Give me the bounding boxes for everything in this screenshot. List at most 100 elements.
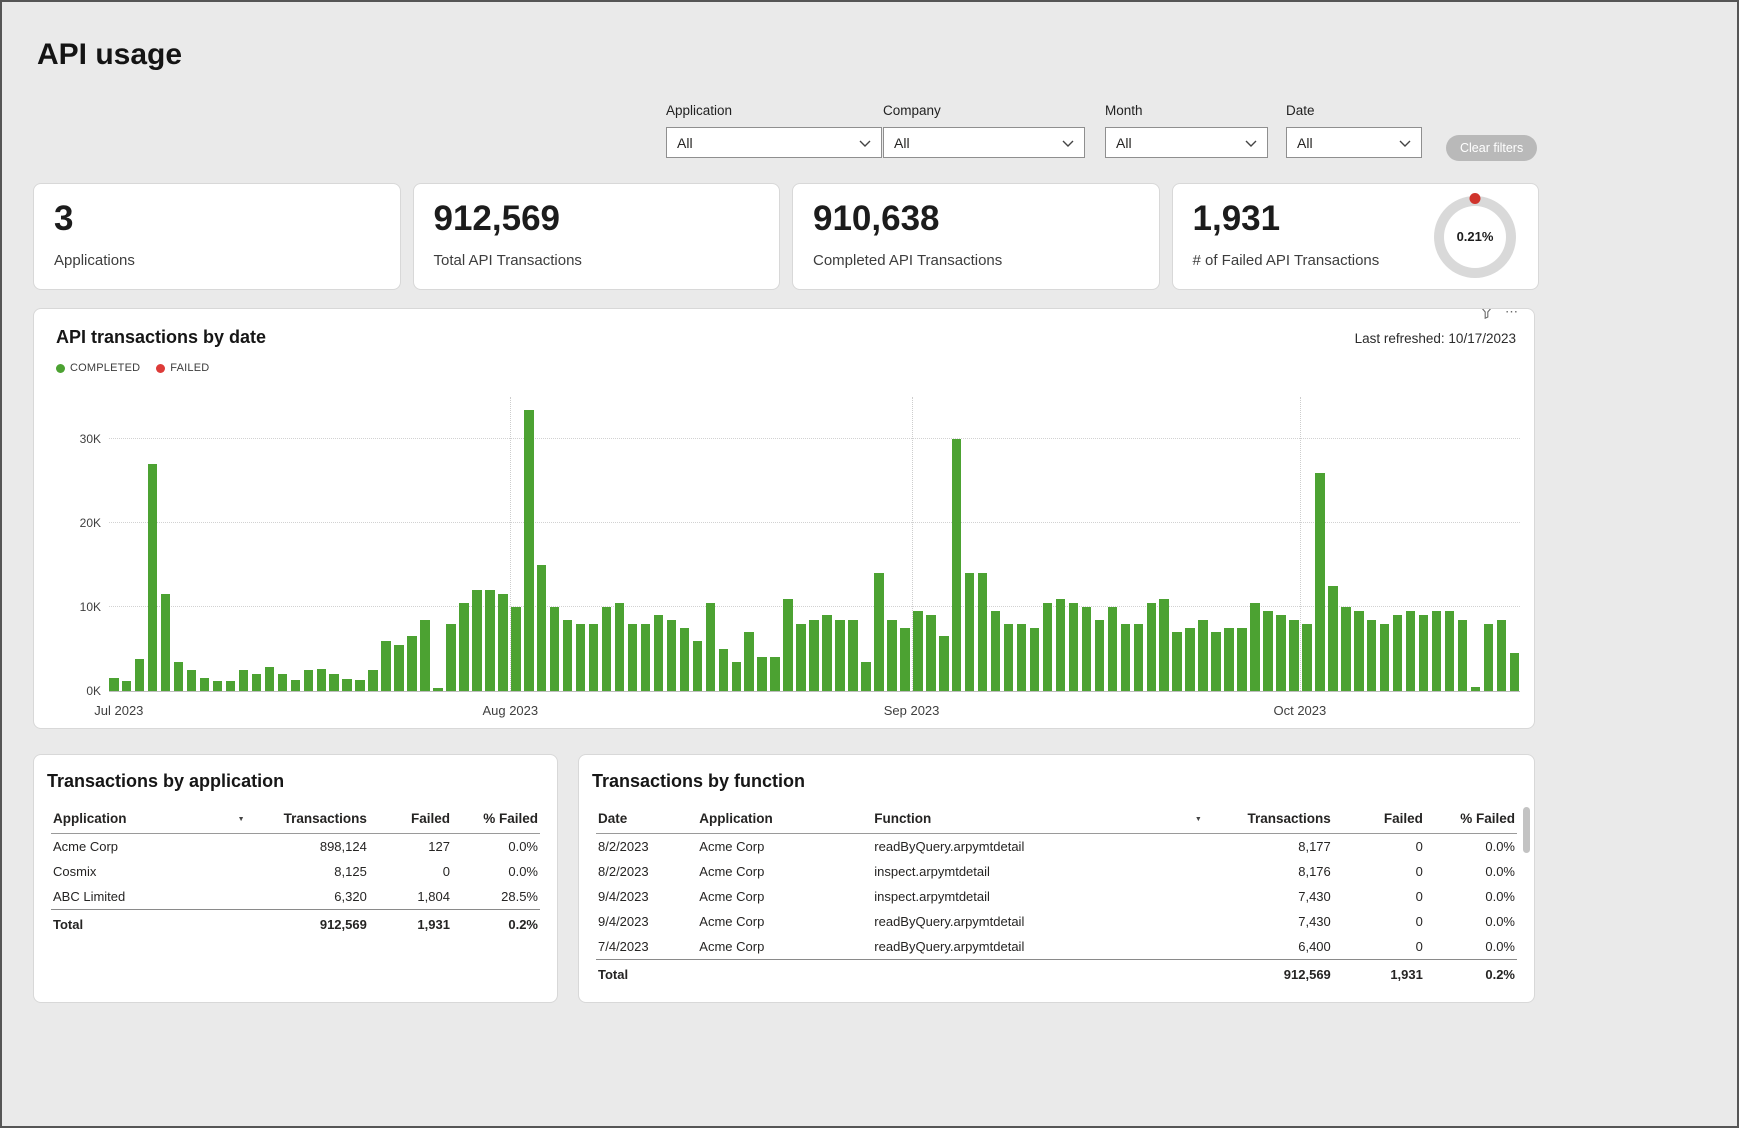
chart-bar[interactable] [1082,607,1092,691]
chart-bar[interactable] [252,674,262,691]
chart-bar[interactable] [1224,628,1234,691]
chart-bar[interactable] [1484,624,1494,691]
chart-bar[interactable] [1315,473,1325,691]
chart-bar[interactable] [122,681,132,691]
chart-bar[interactable] [1328,586,1338,691]
chart-bar[interactable] [563,620,573,691]
chart-bar[interactable] [1380,624,1390,691]
chart-bar[interactable] [848,620,858,691]
chart-bar[interactable] [109,678,119,691]
chart-bar[interactable] [1172,632,1182,691]
chart-bar[interactable] [861,662,871,691]
table-row[interactable]: 9/4/2023Acme CorpreadByQuery.arpymtdetai… [596,909,1517,934]
chart-bar[interactable] [1458,620,1468,691]
table-row[interactable]: 8/2/2023Acme CorpreadByQuery.arpymtdetai… [596,834,1517,860]
chart-bar[interactable] [433,688,443,691]
table-row[interactable]: 9/4/2023Acme Corpinspect.arpymtdetail7,4… [596,884,1517,909]
chart-bar[interactable] [1237,628,1247,691]
chart-bar[interactable] [1030,628,1040,691]
chart-bar[interactable] [1354,611,1364,691]
chart-bar[interactable] [1393,615,1403,691]
company-dropdown[interactable]: All [883,127,1085,158]
chart-bar[interactable] [537,565,547,691]
chart-bar[interactable] [770,657,780,691]
chart-bar[interactable] [939,636,949,691]
chart-bar[interactable] [706,603,716,691]
chart-bar[interactable] [693,641,703,691]
chart-bar[interactable] [1341,607,1351,691]
column-header[interactable]: % Failed [452,805,540,834]
chart-bar[interactable] [187,670,197,691]
chart-bar[interactable] [641,624,651,691]
chart-bar[interactable] [1510,653,1520,691]
chart-bar[interactable] [822,615,832,691]
chart-bar[interactable] [213,681,223,691]
chart-bar[interactable] [757,657,767,691]
chart-bar[interactable] [978,573,988,691]
chart-bar[interactable] [200,678,210,691]
chart-bar[interactable] [952,439,962,691]
chart-bar[interactable] [667,620,677,691]
chart-bar[interactable] [1276,615,1286,691]
chart-bar[interactable] [1043,603,1053,691]
column-header[interactable]: Application [697,805,872,834]
chart-bar[interactable] [394,645,404,691]
chart-bar[interactable] [615,603,625,691]
chart-bar[interactable] [265,667,275,691]
column-header[interactable]: Failed [369,805,452,834]
chart-bar[interactable] [1497,620,1507,691]
chart-bar[interactable] [355,680,365,691]
chart-bar[interactable] [368,670,378,691]
table-scrollbar[interactable] [1523,807,1530,853]
chart-bar[interactable] [291,680,301,691]
chart-bar[interactable] [1211,632,1221,691]
chart-bar[interactable] [783,599,793,691]
chart-bar[interactable] [796,624,806,691]
column-header[interactable]: Function▼ [872,805,1204,834]
chart-bar[interactable] [1445,611,1455,691]
chart-bar[interactable] [174,662,184,691]
chart-bar[interactable] [1134,624,1144,691]
table-row[interactable]: 7/4/2023Acme CorpreadByQuery.arpymtdetai… [596,934,1517,960]
chart-bar[interactable] [965,573,975,691]
chart-bar[interactable] [628,624,638,691]
chart-bar[interactable] [719,649,729,691]
chart-bar[interactable] [1185,628,1195,691]
chart-bar[interactable] [1471,687,1481,691]
chart-bar[interactable] [278,674,288,691]
chart-bar[interactable] [732,662,742,691]
column-header[interactable]: % Failed [1425,805,1517,834]
chart-bar[interactable] [576,624,586,691]
chart-bar[interactable] [1419,615,1429,691]
chart-bar[interactable] [913,611,923,691]
chart-bar[interactable] [900,628,910,691]
chart-bar[interactable] [1147,603,1157,691]
clear-filters-button[interactable]: Clear filters [1446,135,1537,161]
chart-bar[interactable] [511,607,521,691]
chart-bar[interactable] [304,670,314,691]
chart-bar[interactable] [589,624,599,691]
chart-bar[interactable] [991,611,1001,691]
chart-bar[interactable] [1004,624,1014,691]
more-options-icon[interactable]: ⋯ [1505,308,1518,322]
chart-bar[interactable] [602,607,612,691]
chart-bar[interactable] [1056,599,1066,691]
legend-item-failed[interactable]: FAILED [156,362,209,374]
column-header[interactable]: Date [596,805,697,834]
chart-bar[interactable] [1302,624,1312,691]
chart-bar[interactable] [1367,620,1377,691]
table-row[interactable]: 8/2/2023Acme Corpinspect.arpymtdetail8,1… [596,859,1517,884]
chart-bar[interactable] [1250,603,1260,691]
chart-bar[interactable] [1017,624,1027,691]
chart-bar[interactable] [874,573,884,691]
chart-bar[interactable] [550,607,560,691]
chart-bar[interactable] [654,615,664,691]
chart-bar[interactable] [1432,611,1442,691]
chart-bar[interactable] [1095,620,1105,691]
legend-item-completed[interactable]: COMPLETED [56,362,140,374]
chart-bar[interactable] [1289,620,1299,691]
chart-bar[interactable] [1198,620,1208,691]
chart-bar[interactable] [485,590,495,691]
chart-bar[interactable] [1159,599,1169,691]
chart-bar[interactable] [1121,624,1131,691]
